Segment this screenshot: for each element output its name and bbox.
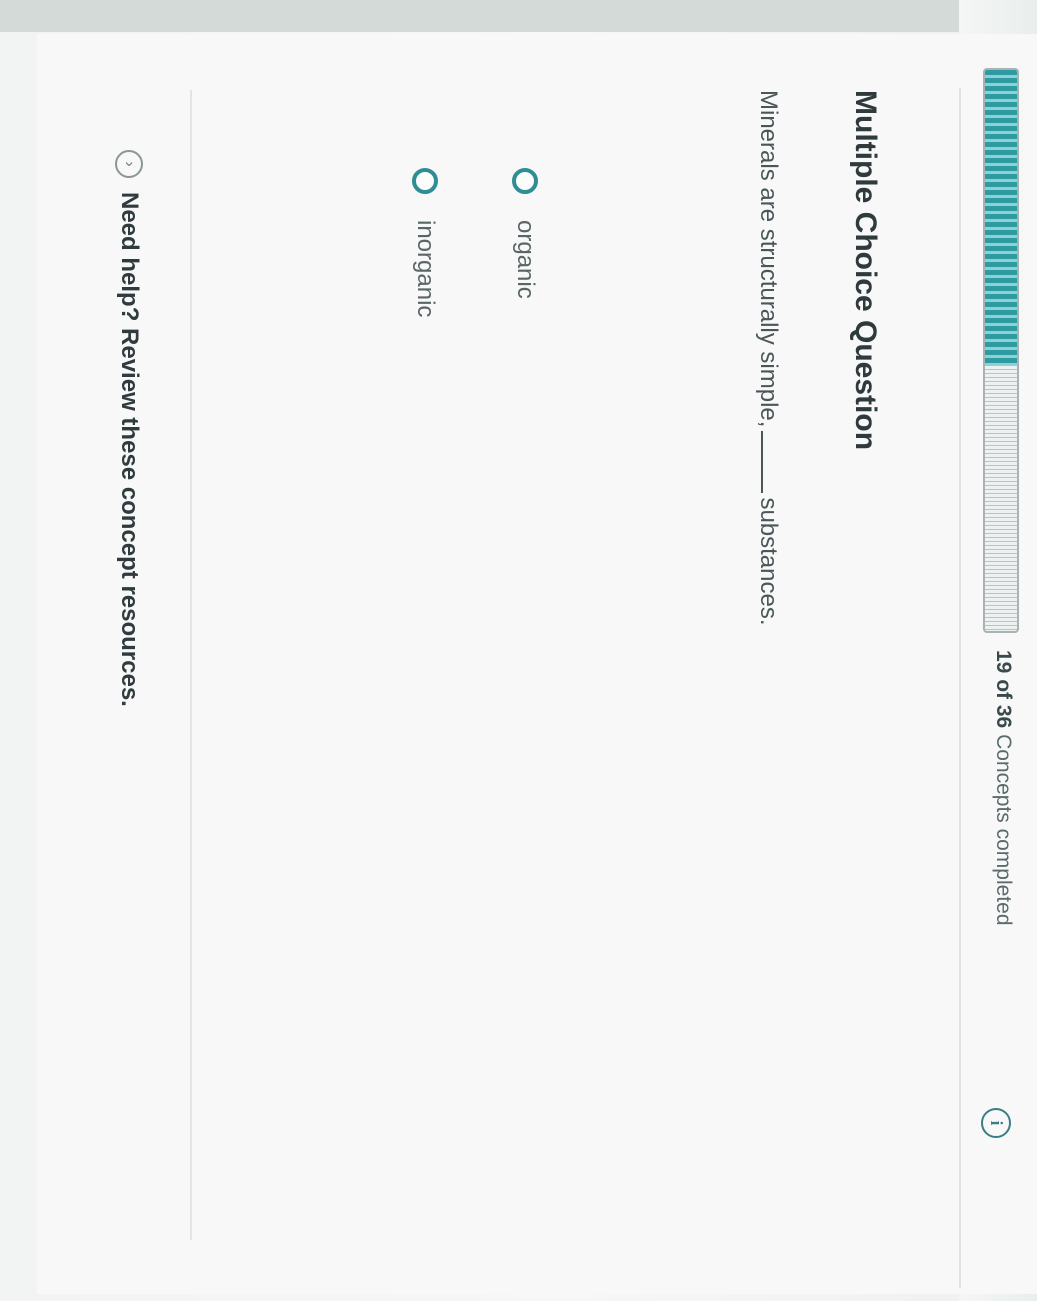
help-link-text[interactable]: Need help? Review these concept resource…	[115, 192, 143, 707]
question-type-title: Multiple Choice Question	[849, 90, 882, 451]
answer-blank	[761, 431, 781, 494]
header-divider	[959, 88, 961, 1288]
progress-track	[983, 68, 1019, 633]
progress-fill	[985, 70, 1017, 367]
radio-button[interactable]	[512, 168, 538, 194]
answer-option-label: organic	[512, 220, 539, 299]
rotated-viewport: 19 of 36 Concepts completed i Multiple C…	[0, 0, 1037, 1301]
concept-resources-toggle[interactable]: › Need help? Review these concept resour…	[115, 150, 143, 707]
expand-icon: ›	[115, 150, 143, 178]
progress-bar	[983, 68, 1019, 633]
help-divider	[190, 90, 192, 1240]
question-stem-start: Minerals are structurally simple,	[755, 90, 782, 428]
question-stem: Minerals are structurally simple, substan…	[754, 90, 782, 626]
answer-option-inorganic[interactable]: inorganic	[411, 168, 439, 317]
answer-option-label: inorganic	[412, 220, 439, 318]
question-stem-end: substances.	[755, 497, 782, 626]
progress-count: 19 of 36	[992, 650, 1015, 729]
answer-option-organic[interactable]: organic	[511, 168, 539, 299]
progress-status: 19 of 36 Concepts completed	[991, 650, 1015, 926]
info-icon[interactable]: i	[981, 1108, 1011, 1138]
radio-button[interactable]	[412, 168, 438, 194]
progress-label: Concepts completed	[992, 734, 1015, 926]
